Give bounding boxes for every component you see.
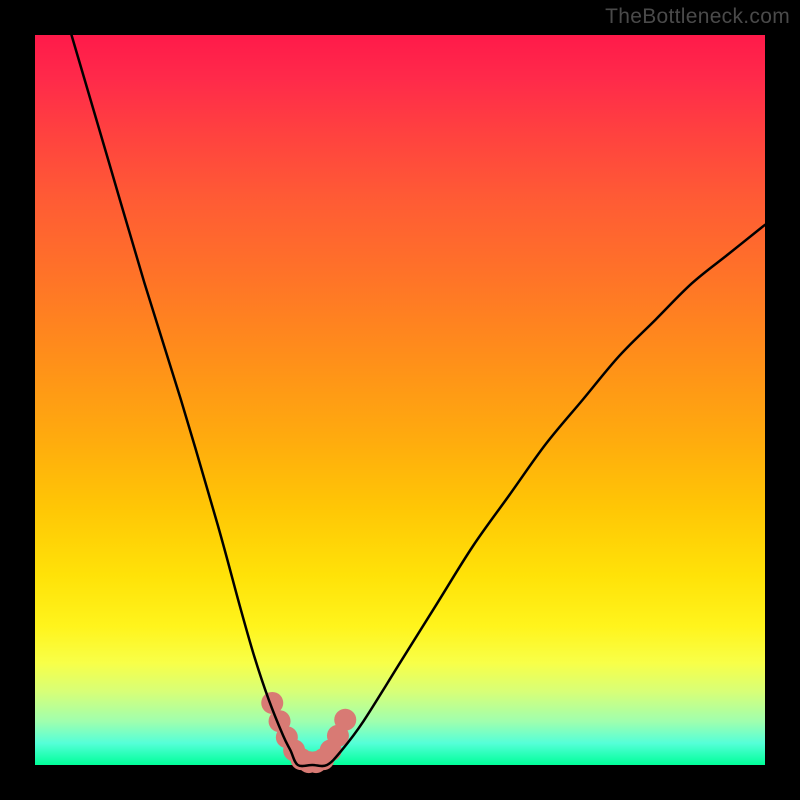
- bottleneck-curve: [72, 35, 766, 766]
- marker-group: [261, 692, 356, 773]
- marker-dot: [334, 709, 356, 731]
- chart-overlay: [35, 35, 765, 765]
- watermark-label: TheBottleneck.com: [605, 5, 790, 29]
